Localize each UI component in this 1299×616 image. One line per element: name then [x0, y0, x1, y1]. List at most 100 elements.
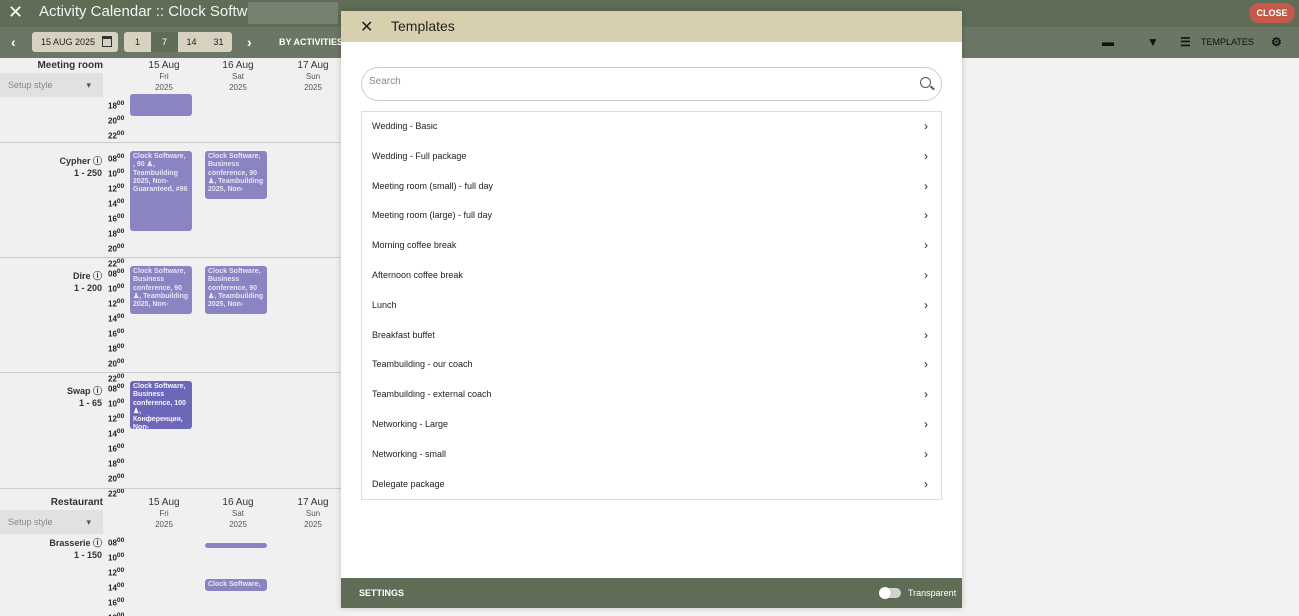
view-14-days[interactable]: 14	[178, 32, 205, 52]
checklist-icon[interactable]: ☰	[1180, 35, 1191, 49]
search-input[interactable]	[369, 76, 909, 87]
date-picker[interactable]: 15 AUG 2025	[32, 32, 118, 52]
day-of-week: Fri	[159, 72, 169, 81]
chevron-right-icon: ›	[924, 387, 928, 402]
day-of-week: Sun	[305, 509, 321, 518]
template-label: Meeting room (large) - full day	[372, 210, 493, 221]
template-item[interactable]: Networking - small ›	[362, 440, 941, 470]
section-divider	[0, 488, 341, 492]
day-header: 16 Aug Sat 2025	[208, 497, 268, 530]
calendar-grid: Meeting room 15 Aug Fri 2025 16 Aug Sat …	[0, 58, 341, 616]
filter-icon[interactable]: ▼	[1147, 35, 1159, 49]
dialog-header: ✕ Templates	[341, 11, 962, 42]
chevron-right-icon: ›	[924, 297, 928, 312]
redacted-title-part	[248, 2, 338, 24]
close-button[interactable]: CLOSE	[1249, 3, 1295, 23]
bed-icon[interactable]: ▬	[1102, 35, 1114, 49]
chevron-right-icon: ›	[924, 327, 928, 342]
template-item[interactable]: Meeting room (large) - full day ›	[362, 201, 941, 231]
transparent-toggle[interactable]	[879, 587, 901, 599]
room-name: Cypher	[59, 156, 91, 166]
view-7-days[interactable]: 7	[151, 32, 178, 52]
day-year: 2025	[304, 83, 322, 92]
room-row-swap: Swap ⓘ 1 - 65 0800 1000 1200 1400 1600 1800 20…	[0, 372, 341, 498]
chevron-right-icon: ›	[924, 178, 928, 193]
day-header: 17 Aug Sun 2025	[283, 497, 341, 530]
templates-button[interactable]: TEMPLATES	[1201, 37, 1254, 47]
search-icon[interactable]	[920, 77, 931, 88]
view-1-day[interactable]: 1	[124, 32, 151, 52]
calendar-icon	[102, 36, 112, 47]
template-item[interactable]: Networking - Large ›	[362, 410, 941, 440]
template-item[interactable]: Afternoon coffee break ›	[362, 261, 941, 291]
gear-icon[interactable]: ⚙	[1271, 35, 1282, 49]
room-capacity: 1 - 150	[73, 550, 102, 560]
setup-style-select[interactable]: Setup style	[0, 510, 103, 534]
room-label: Dire ⓘ 1 - 200	[0, 270, 103, 294]
template-item[interactable]: Wedding - Basic ›	[362, 112, 941, 142]
template-item[interactable]: Delegate package ›	[362, 470, 941, 500]
chevron-right-icon[interactable]: ›	[247, 34, 252, 50]
event-block[interactable]	[205, 543, 267, 548]
day-year: 2025	[304, 520, 322, 529]
close-window-icon[interactable]: ✕	[8, 2, 23, 23]
template-item[interactable]: Lunch ›	[362, 291, 941, 321]
room-row-brasserie: Brasserie ⓘ 1 - 150 0800 1000 1200 1400 1600…	[0, 534, 341, 616]
hour-labels: 0800 1000 1200 1400 1600 1800 2000 2200	[108, 268, 125, 384]
room-label: Brasserie ⓘ 1 - 150	[0, 537, 103, 561]
hour-labels: 0800100012001400160018002000	[108, 537, 125, 616]
event-block[interactable]: Clock Software, Business conference, 90 …	[130, 266, 192, 314]
template-item[interactable]: Teambuilding - our coach ›	[362, 350, 941, 380]
template-item[interactable]: Meeting room (small) - full day ›	[362, 172, 941, 202]
day-month: Aug	[161, 60, 180, 71]
template-label: Afternoon coffee break	[372, 269, 463, 280]
day-month: Aug	[310, 497, 329, 508]
day-month: Aug	[235, 60, 254, 71]
template-item[interactable]: Teambuilding - external coach ›	[362, 380, 941, 410]
day-of-week: Sun	[305, 72, 321, 81]
template-item[interactable]: Breakfast buffet ›	[362, 321, 941, 351]
view-range-selector: 1 7 14 31	[124, 32, 232, 52]
day-header: 16 Aug Sat 2025	[208, 60, 268, 93]
event-block[interactable]: Clock Software, Business conference, 100…	[130, 381, 192, 429]
event-block[interactable]: Clock Software, Business conference, 90 …	[205, 151, 267, 199]
search-box	[361, 67, 942, 101]
day-of-week: Fri	[159, 509, 169, 518]
template-item[interactable]: Morning coffee break ›	[362, 231, 941, 261]
template-label: Lunch	[372, 299, 397, 310]
section-header-meeting-room: Meeting room 15 Aug Fri 2025 16 Aug Sat …	[0, 60, 341, 92]
room-capacity: 1 - 65	[78, 398, 102, 408]
event-block[interactable]: Clock Software, Business conference, 90 …	[205, 266, 267, 314]
room-name: Brasserie	[49, 538, 91, 548]
template-item[interactable]: Wedding - Full package ›	[362, 142, 941, 172]
info-icon[interactable]: ⓘ	[93, 386, 102, 396]
info-icon[interactable]: ⓘ	[93, 538, 102, 548]
day-header: 15 Aug Fri 2025	[134, 60, 194, 93]
template-label: Wedding - Full package	[372, 150, 467, 161]
template-label: Breakfast buffet	[372, 329, 435, 340]
close-icon[interactable]: ✕	[360, 17, 373, 37]
settings-button[interactable]: SETTINGS	[359, 588, 404, 598]
template-label: Networking - small	[372, 448, 447, 459]
chevron-right-icon: ›	[924, 416, 928, 431]
info-icon[interactable]: ⓘ	[93, 271, 102, 281]
day-number: 16	[222, 60, 234, 71]
chevron-right-icon: ›	[924, 357, 928, 372]
event-block[interactable]	[130, 94, 192, 116]
template-label: Teambuilding - our coach	[372, 359, 473, 370]
view-31-days[interactable]: 31	[205, 32, 232, 52]
day-header: 15 Aug Fri 2025	[134, 497, 194, 530]
templates-dialog: ✕ Templates Wedding - Basic › Wedding - F…	[341, 11, 962, 608]
day-year: 2025	[155, 83, 173, 92]
event-block[interactable]: Clock Software, , 90 ♟, Teambuilding 202…	[130, 151, 192, 231]
by-activities-button[interactable]: BY ACTIVITIES	[279, 37, 343, 47]
hour-labels: 0800 1000 1200 1400 1600 1800 2000 2200	[108, 383, 125, 499]
template-label: Wedding - Basic	[372, 121, 438, 131]
templates-list: Wedding - Basic › Wedding - Full package ›…	[361, 111, 942, 501]
chevron-left-icon[interactable]: ‹	[11, 34, 16, 50]
info-icon[interactable]: ⓘ	[93, 156, 102, 166]
event-block[interactable]: Clock Software,	[205, 579, 267, 591]
setup-style-select[interactable]: Setup style	[0, 73, 103, 97]
day-month: Aug	[310, 60, 329, 71]
day-year: 2025	[155, 520, 173, 529]
